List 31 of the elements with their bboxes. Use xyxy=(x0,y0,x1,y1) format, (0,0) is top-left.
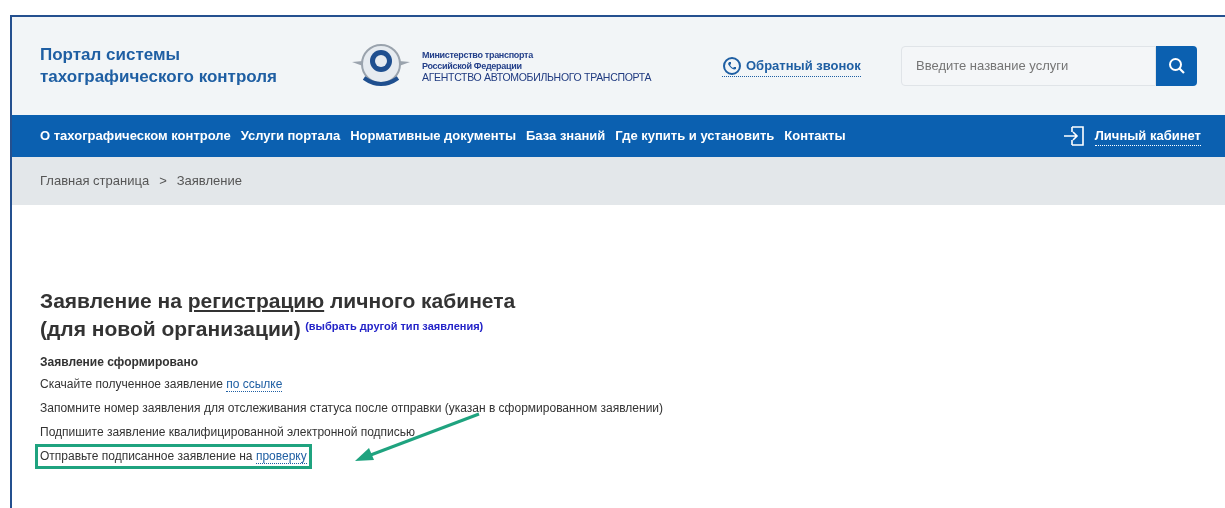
highlighted-step: Отправьте подписанное заявление на проверку xyxy=(38,447,309,466)
agency-name: Российской Федерации xyxy=(422,60,523,72)
nav-link[interactable]: О тахографическом контроле xyxy=(40,126,231,146)
agency-name: АГЕНТСТВО АВТОМОБИЛЬНОГО ТРАНСПОРТА xyxy=(422,71,652,83)
search-icon xyxy=(1167,57,1186,75)
account-link[interactable]: Личный кабинет xyxy=(1094,125,1201,147)
search-field[interactable]: Введите название услуги xyxy=(901,46,1156,86)
nav-link[interactable]: Контакты xyxy=(784,126,846,146)
nav-link[interactable]: Где купить и установить xyxy=(615,126,775,146)
nav-link[interactable]: База знаний xyxy=(526,126,606,146)
step-link[interactable]: проверку xyxy=(255,449,307,464)
status-heading: Заявление сформировано xyxy=(40,354,200,371)
change-type-link[interactable]: (выбрать другой тип заявления) xyxy=(305,319,484,332)
breadcrumb-separator: > xyxy=(159,172,167,191)
breadcrumb-item: Заявление xyxy=(176,172,242,191)
step-text: Подпишите заявление квалифицированной электронной подписью xyxy=(40,425,416,439)
phone-icon xyxy=(722,55,742,76)
page-title: (для новой организации) xyxy=(40,317,301,340)
login-icon xyxy=(1062,126,1085,146)
portal-title: тахографического контроля xyxy=(40,66,278,88)
nav-link[interactable]: Нормативные документы xyxy=(350,126,516,146)
breadcrumb-item[interactable]: Главная страница xyxy=(40,171,150,191)
nav-link[interactable]: Услуги портала xyxy=(240,126,341,146)
search-button[interactable] xyxy=(1156,46,1197,86)
portal-title: Портал системы xyxy=(40,44,182,66)
page-title: Заявление на регистрацию личного кабинета xyxy=(40,288,517,314)
step-text: Скачайте полученное заявление по ссылке xyxy=(40,377,283,392)
step-link[interactable]: по ссылке xyxy=(226,377,283,392)
step-text: Запомните номер заявления для отслеживания статуса после отправки (указан в сформированном заявлении) xyxy=(40,401,664,415)
callback-link[interactable]: Обратный звонок xyxy=(722,55,861,77)
agency-name: Министерство транспорта xyxy=(422,49,535,61)
